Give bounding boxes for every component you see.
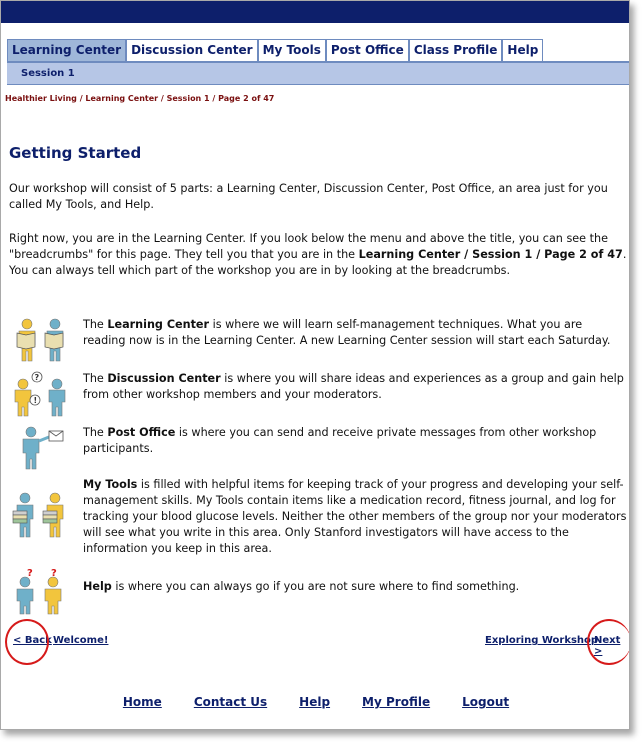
feature-help: ? ? Help is where you can always go if y…	[9, 567, 627, 617]
feature-text: The Post Office is where you can send an…	[83, 426, 597, 455]
footer-home-link[interactable]: Home	[123, 695, 162, 709]
intro-paragraph-2: Right now, you are in the Learning Cente…	[9, 232, 627, 277]
discussion-people-icon: ? !	[9, 371, 81, 419]
breadcrumb-item: Page 2 of 47	[218, 94, 275, 103]
footer-profile-link[interactable]: My Profile	[362, 695, 430, 709]
svg-text:?: ?	[35, 373, 40, 382]
intro-paragraph-1: Our workshop will consist of 5 parts: a …	[9, 182, 608, 211]
feature-learning-center: The Learning Center is where we will lea…	[9, 317, 627, 365]
footer-logout-link[interactable]: Logout	[462, 695, 509, 709]
tab-learning-center[interactable]: Learning Center	[7, 39, 127, 61]
svg-text:?: ?	[27, 568, 33, 579]
tab-discussion-center[interactable]: Discussion Center	[126, 39, 258, 61]
reading-people-icon	[9, 317, 81, 365]
footer-nav: Home Contact Us Help My Profile Logout	[1, 695, 629, 709]
breadcrumb: Healthier Living / Learning Center / Ses…	[5, 94, 275, 103]
page-frame: Learning Center Discussion Center My Too…	[0, 0, 630, 730]
top-banner	[1, 1, 629, 23]
footer-help-link[interactable]: Help	[299, 695, 330, 709]
session-subnav: Session 1	[7, 61, 629, 85]
feature-text: The Discussion Center is where you will …	[83, 372, 624, 401]
breadcrumb-item[interactable]: Healthier Living	[5, 94, 77, 103]
subnav-session-1[interactable]: Session 1	[21, 68, 75, 79]
feature-text: My Tools is filled with helpful items fo…	[83, 478, 627, 555]
next-page-title-link[interactable]: Exploring Workshop	[485, 635, 598, 646]
mail-person-icon	[9, 425, 81, 473]
tab-class-profile[interactable]: Class Profile	[408, 39, 503, 61]
tools-people-icon	[9, 477, 81, 557]
feature-discussion-center: ? ! The Discussion Center is where you w…	[9, 371, 627, 419]
tab-my-tools[interactable]: My Tools	[257, 39, 326, 61]
help-people-icon: ? ?	[9, 567, 81, 617]
annotation-circle-back	[5, 619, 49, 665]
previous-page-link[interactable]: Welcome!	[53, 635, 108, 646]
feature-text: Help is where you can always go if you a…	[83, 580, 520, 593]
feature-post-office: The Post Office is where you can send an…	[9, 425, 627, 473]
feature-my-tools: My Tools is filled with helpful items fo…	[9, 477, 627, 557]
tab-post-office[interactable]: Post Office	[325, 39, 409, 61]
page-title: Getting Started	[9, 144, 142, 162]
footer-contact-link[interactable]: Contact Us	[194, 695, 267, 709]
breadcrumb-item[interactable]: Learning Center	[85, 94, 158, 103]
annotation-circle-next	[587, 619, 629, 665]
breadcrumb-item[interactable]: Session 1	[167, 94, 210, 103]
svg-text:!: !	[34, 396, 38, 405]
tab-help[interactable]: Help	[502, 39, 544, 61]
feature-text: The Learning Center is where we will lea…	[83, 318, 611, 347]
